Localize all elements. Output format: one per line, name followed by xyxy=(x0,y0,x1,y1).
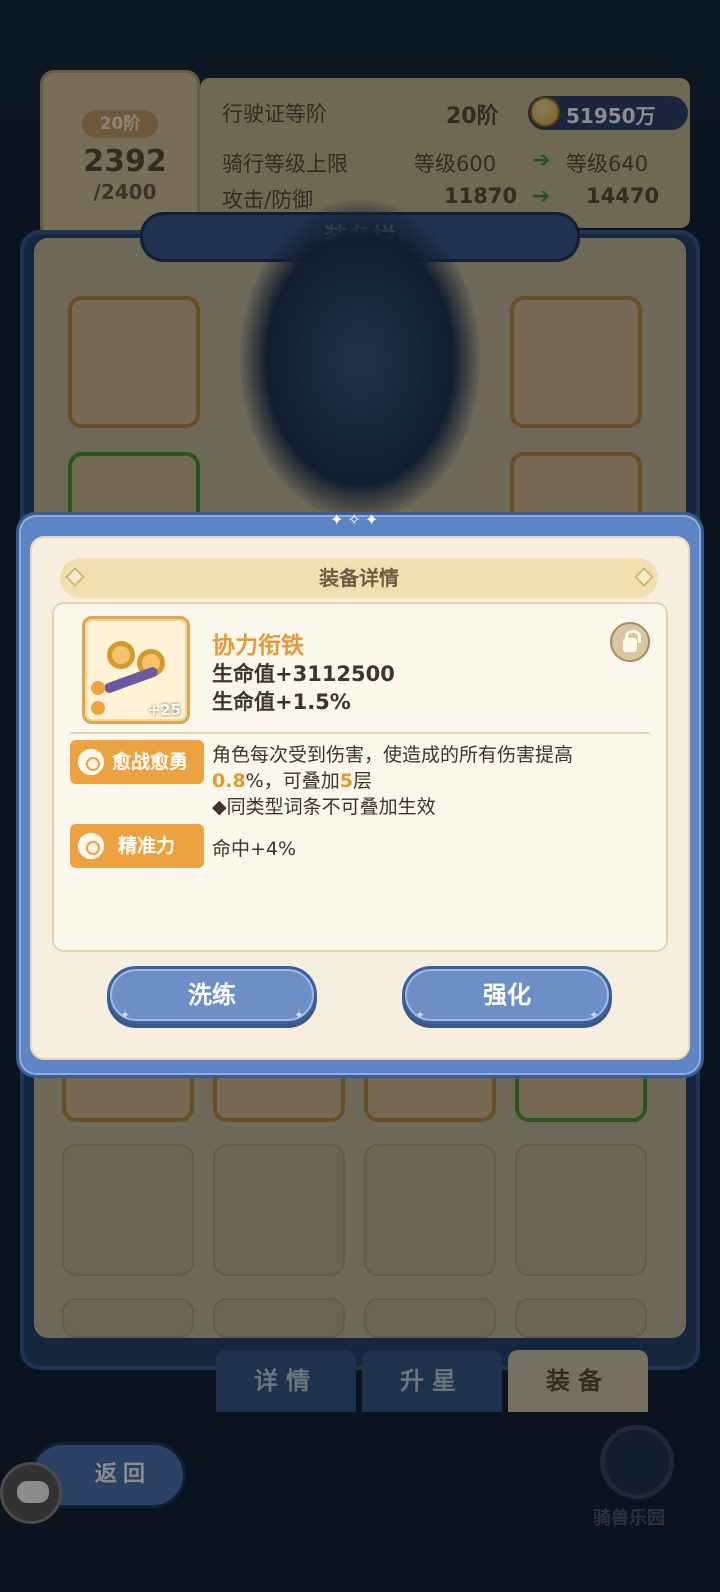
item-name: 协力衔铁 xyxy=(212,633,304,659)
affix-desc-line: 角色每次受到伤害，使造成的所有伤害提高 xyxy=(212,744,574,766)
sparkle-icon: ✦ xyxy=(588,1008,599,1022)
affix-text: 层 xyxy=(352,770,372,792)
affix-tag: 精准力 xyxy=(70,824,204,868)
sparkle-icon: ✦ xyxy=(293,1008,304,1022)
bit-item-icon: +25 xyxy=(82,616,190,724)
sparkle-decoration-icon: ✦✧✦ xyxy=(330,510,383,529)
affix-value: 0.8 xyxy=(212,770,246,792)
sparkle-icon: ✦ xyxy=(415,1008,426,1022)
affix-stack: 5 xyxy=(339,770,353,792)
affix-tag-label: 精准力 xyxy=(118,835,176,857)
divider xyxy=(70,732,650,734)
affix-desc-line: 0.8%，可叠加5层 xyxy=(212,768,573,794)
item-stat: 生命值+1.5% xyxy=(212,690,351,714)
lock-icon[interactable] xyxy=(610,622,650,662)
modal-title: 装备详情 xyxy=(60,558,658,598)
enhance-button-label: 强化 xyxy=(483,981,531,1009)
refine-button[interactable]: ✦ 洗练 ✦ xyxy=(107,966,317,1024)
item-level-badge: +25 xyxy=(147,701,181,719)
affix-tag: 愈战愈勇 xyxy=(70,740,204,784)
enhance-button[interactable]: ✦ 强化 ✦ xyxy=(402,966,612,1024)
crosshair-icon xyxy=(78,833,104,859)
affix-emblem-icon xyxy=(78,749,104,775)
affix-tag-label: 愈战愈勇 xyxy=(112,751,189,773)
sparkle-icon: ✦ xyxy=(120,1008,131,1022)
refine-button-label: 洗练 xyxy=(188,981,236,1009)
item-stat: 生命值+3112500 xyxy=(212,662,395,686)
affix-description: 命中+4% xyxy=(212,838,297,860)
affix-description: 角色每次受到伤害，使造成的所有伤害提高 0.8%，可叠加5层 ◆同类型词条不可叠… xyxy=(212,742,573,820)
affix-note: ◆同类型词条不可叠加生效 xyxy=(212,796,436,818)
affix-text: %，可叠加 xyxy=(245,770,340,792)
